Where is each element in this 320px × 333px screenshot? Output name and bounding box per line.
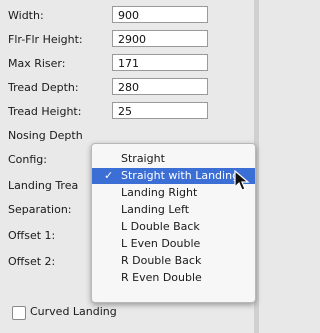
tread-height-label: Tread Height: xyxy=(8,105,82,118)
tread-height-field[interactable]: 25 xyxy=(112,102,208,119)
checkmark-icon: ✓ xyxy=(104,169,114,182)
nosing-depth-label: Nosing Depth xyxy=(8,129,83,142)
offset1-label: Offset 1: xyxy=(8,229,56,242)
max-riser-label: Max Riser: xyxy=(8,57,66,70)
menu-item-r-even-double[interactable]: R Even Double xyxy=(92,270,255,286)
flr-flr-height-label: Flr-Flr Height: xyxy=(8,33,83,46)
flr-flr-height-row: Flr-Flr Height: 2900 xyxy=(0,28,259,50)
max-riser-row: Max Riser: 171 xyxy=(0,52,259,74)
tread-height-row: Tread Height: 25 xyxy=(0,100,259,122)
config-label: Config: xyxy=(8,153,47,166)
mouse-pointer-icon xyxy=(234,170,250,191)
menu-item-label: L Double Back xyxy=(121,220,200,233)
menu-item-label: R Double Back xyxy=(121,254,202,267)
curved-landing-label: Curved Landing xyxy=(30,305,117,318)
curved-landing-checkbox[interactable] xyxy=(12,306,26,320)
flr-flr-height-field[interactable]: 2900 xyxy=(112,30,208,47)
tread-depth-field[interactable]: 280 xyxy=(112,78,208,95)
width-label: Width: xyxy=(8,9,44,22)
menu-item-label: Landing Left xyxy=(121,203,190,216)
separation-label: Separation: xyxy=(8,203,72,216)
menu-item-straight-with-landing[interactable]: ✓ Straight with Landing xyxy=(92,168,255,184)
width-field[interactable]: 900 xyxy=(112,6,208,23)
menu-item-label: L Even Double xyxy=(121,237,201,250)
menu-item-r-double-back[interactable]: R Double Back xyxy=(92,253,255,269)
menu-item-label: R Even Double xyxy=(121,271,202,284)
menu-item-l-double-back[interactable]: L Double Back xyxy=(92,219,255,235)
width-row: Width: 900 xyxy=(0,4,259,26)
config-dropdown-menu: Straight ✓ Straight with Landing Landing… xyxy=(91,143,256,303)
menu-item-label: Landing Right xyxy=(121,186,198,199)
offset2-label: Offset 2: xyxy=(8,255,56,268)
landing-tread-label: Landing Trea xyxy=(8,179,79,192)
menu-item-landing-right[interactable]: Landing Right xyxy=(92,185,255,201)
tread-depth-label: Tread Depth: xyxy=(8,81,79,94)
menu-item-straight[interactable]: Straight xyxy=(92,151,255,167)
menu-item-label: Straight with Landing xyxy=(121,169,240,182)
menu-item-label: Straight xyxy=(121,152,165,165)
tread-depth-row: Tread Depth: 280 xyxy=(0,76,259,98)
menu-item-l-even-double[interactable]: L Even Double xyxy=(92,236,255,252)
menu-item-landing-left[interactable]: Landing Left xyxy=(92,202,255,218)
max-riser-field[interactable]: 171 xyxy=(112,54,208,71)
